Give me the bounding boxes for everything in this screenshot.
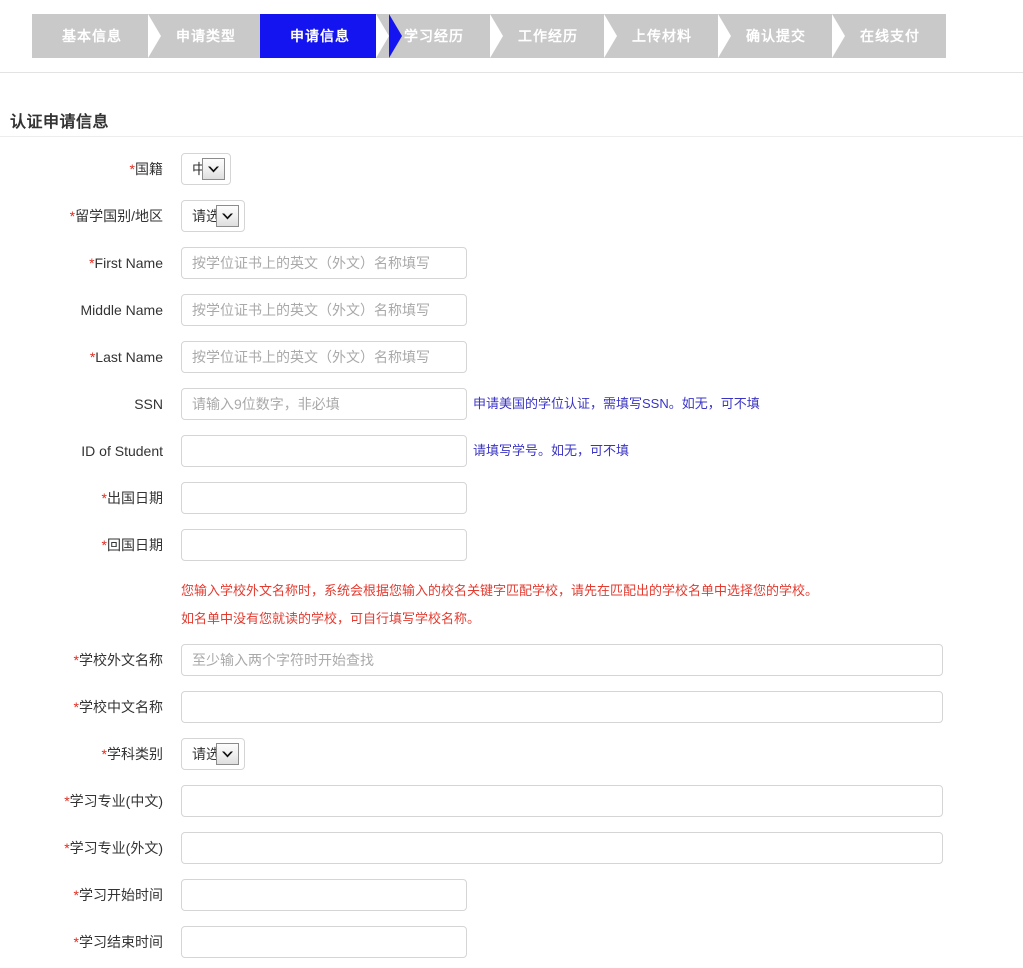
form-row-study-end: *学习结束时间 <box>0 921 1023 963</box>
label-major-foreign: *学习专业(外文) <box>64 840 163 856</box>
label-return-date: *回国日期 <box>101 537 163 553</box>
label-study-country: *留学国别/地区 <box>69 208 163 224</box>
label-middle-name: Middle Name <box>80 302 163 318</box>
step-label: 基本信息 <box>62 28 122 44</box>
label-nationality: *国籍 <box>129 161 163 177</box>
id-of-student-hint: 请填写学号。如无，可不填 <box>473 443 630 458</box>
depart-date-input[interactable] <box>181 482 467 514</box>
certification-application-form: *国籍 中国 *留学国别/地区 请选择 *First Name Middle <box>0 148 1023 968</box>
page-title: 认证申请信息 <box>10 114 110 131</box>
form-row-last-name: *Last Name <box>0 336 1023 378</box>
label-last-name: *Last Name <box>89 349 163 365</box>
first-name-input[interactable] <box>181 247 467 279</box>
major-foreign-input[interactable] <box>181 832 943 864</box>
form-row-id-of-student: ID of Student 请填写学号。如无，可不填 <box>0 430 1023 472</box>
title-divider <box>0 136 1023 137</box>
notice-line-1: 您输入学校外文名称时，系统会根据您输入的校名关键字匹配学校，请先在匹配出的学校名… <box>181 583 819 598</box>
step-label: 申请信息 <box>290 28 350 44</box>
school-foreign-name-input[interactable] <box>181 644 943 676</box>
form-row-study-start: *学习开始时间 <box>0 874 1023 916</box>
school-chinese-name-input[interactable] <box>181 691 943 723</box>
form-row-school-chinese-name: *学校中文名称 <box>0 686 1023 728</box>
label-ssn: SSN <box>134 396 163 412</box>
step-label: 学习经历 <box>404 28 464 44</box>
chevron-down-icon[interactable] <box>202 158 225 180</box>
form-row-return-date: *回国日期 <box>0 524 1023 566</box>
form-row-school-foreign-name: *学校外文名称 <box>0 639 1023 681</box>
step-label: 在线支付 <box>860 28 920 44</box>
form-row-study-country: *留学国别/地区 请选择 <box>0 195 1023 237</box>
step-label: 上传材料 <box>632 28 692 44</box>
school-match-notice: 您输入学校外文名称时，系统会根据您输入的校名关键字匹配学校，请先在匹配出的学校名… <box>0 571 1023 639</box>
study-start-input[interactable] <box>181 879 467 911</box>
label-depart-date: *出国日期 <box>101 490 163 506</box>
return-date-input[interactable] <box>181 529 467 561</box>
label-subject-category: *学科类别 <box>101 746 163 762</box>
form-row-middle-name: Middle Name <box>0 289 1023 331</box>
study-country-select[interactable]: 请选择 <box>181 200 245 232</box>
label-first-name: *First Name <box>89 255 163 271</box>
id-of-student-input[interactable] <box>181 435 467 467</box>
label-study-start: *学习开始时间 <box>73 887 163 903</box>
step-progress-bar: 基本信息 申请类型 申请信息 学习经历 工作经历 上传材料 确认提交 在线支付 <box>0 0 1023 73</box>
step-label: 确认提交 <box>746 28 806 44</box>
label-school-foreign-name: *学校外文名称 <box>73 652 163 668</box>
label-major-chinese: *学习专业(中文) <box>64 793 163 809</box>
form-row-subject-category: *学科类别 请选择 <box>0 733 1023 775</box>
ssn-input[interactable] <box>181 388 467 420</box>
step-label: 申请类型 <box>176 28 236 44</box>
step-item-basic-info[interactable]: 基本信息 <box>32 14 174 58</box>
notice-line-2: 如名单中没有您就读的学校，可自行填写学校名称。 <box>181 611 481 626</box>
label-school-chinese-name: *学校中文名称 <box>73 699 163 715</box>
label-id-of-student: ID of Student <box>81 443 163 459</box>
subject-category-select[interactable]: 请选择 <box>181 738 245 770</box>
form-row-ssn: SSN 申请美国的学位认证，需填写SSN。如无，可不填 <box>0 383 1023 425</box>
form-row-nationality: *国籍 中国 <box>0 148 1023 190</box>
study-end-input[interactable] <box>181 926 467 958</box>
chevron-down-icon[interactable] <box>216 205 239 227</box>
major-chinese-input[interactable] <box>181 785 943 817</box>
form-row-depart-date: *出国日期 <box>0 477 1023 519</box>
last-name-input[interactable] <box>181 341 467 373</box>
chevron-down-icon[interactable] <box>216 743 239 765</box>
nationality-select[interactable]: 中国 <box>181 153 231 185</box>
step-label: 工作经历 <box>518 28 578 44</box>
form-row-first-name: *First Name <box>0 242 1023 284</box>
step-list: 基本信息 申请类型 申请信息 学习经历 工作经历 上传材料 确认提交 在线支付 <box>32 14 946 58</box>
form-row-major-foreign: *学习专业(外文) <box>0 827 1023 869</box>
form-row-major-chinese: *学习专业(中文) <box>0 780 1023 822</box>
middle-name-input[interactable] <box>181 294 467 326</box>
ssn-hint: 申请美国的学位认证，需填写SSN。如无，可不填 <box>473 396 760 411</box>
step-item-application-info[interactable]: 申请信息 <box>260 14 402 58</box>
label-study-end: *学习结束时间 <box>73 934 163 950</box>
